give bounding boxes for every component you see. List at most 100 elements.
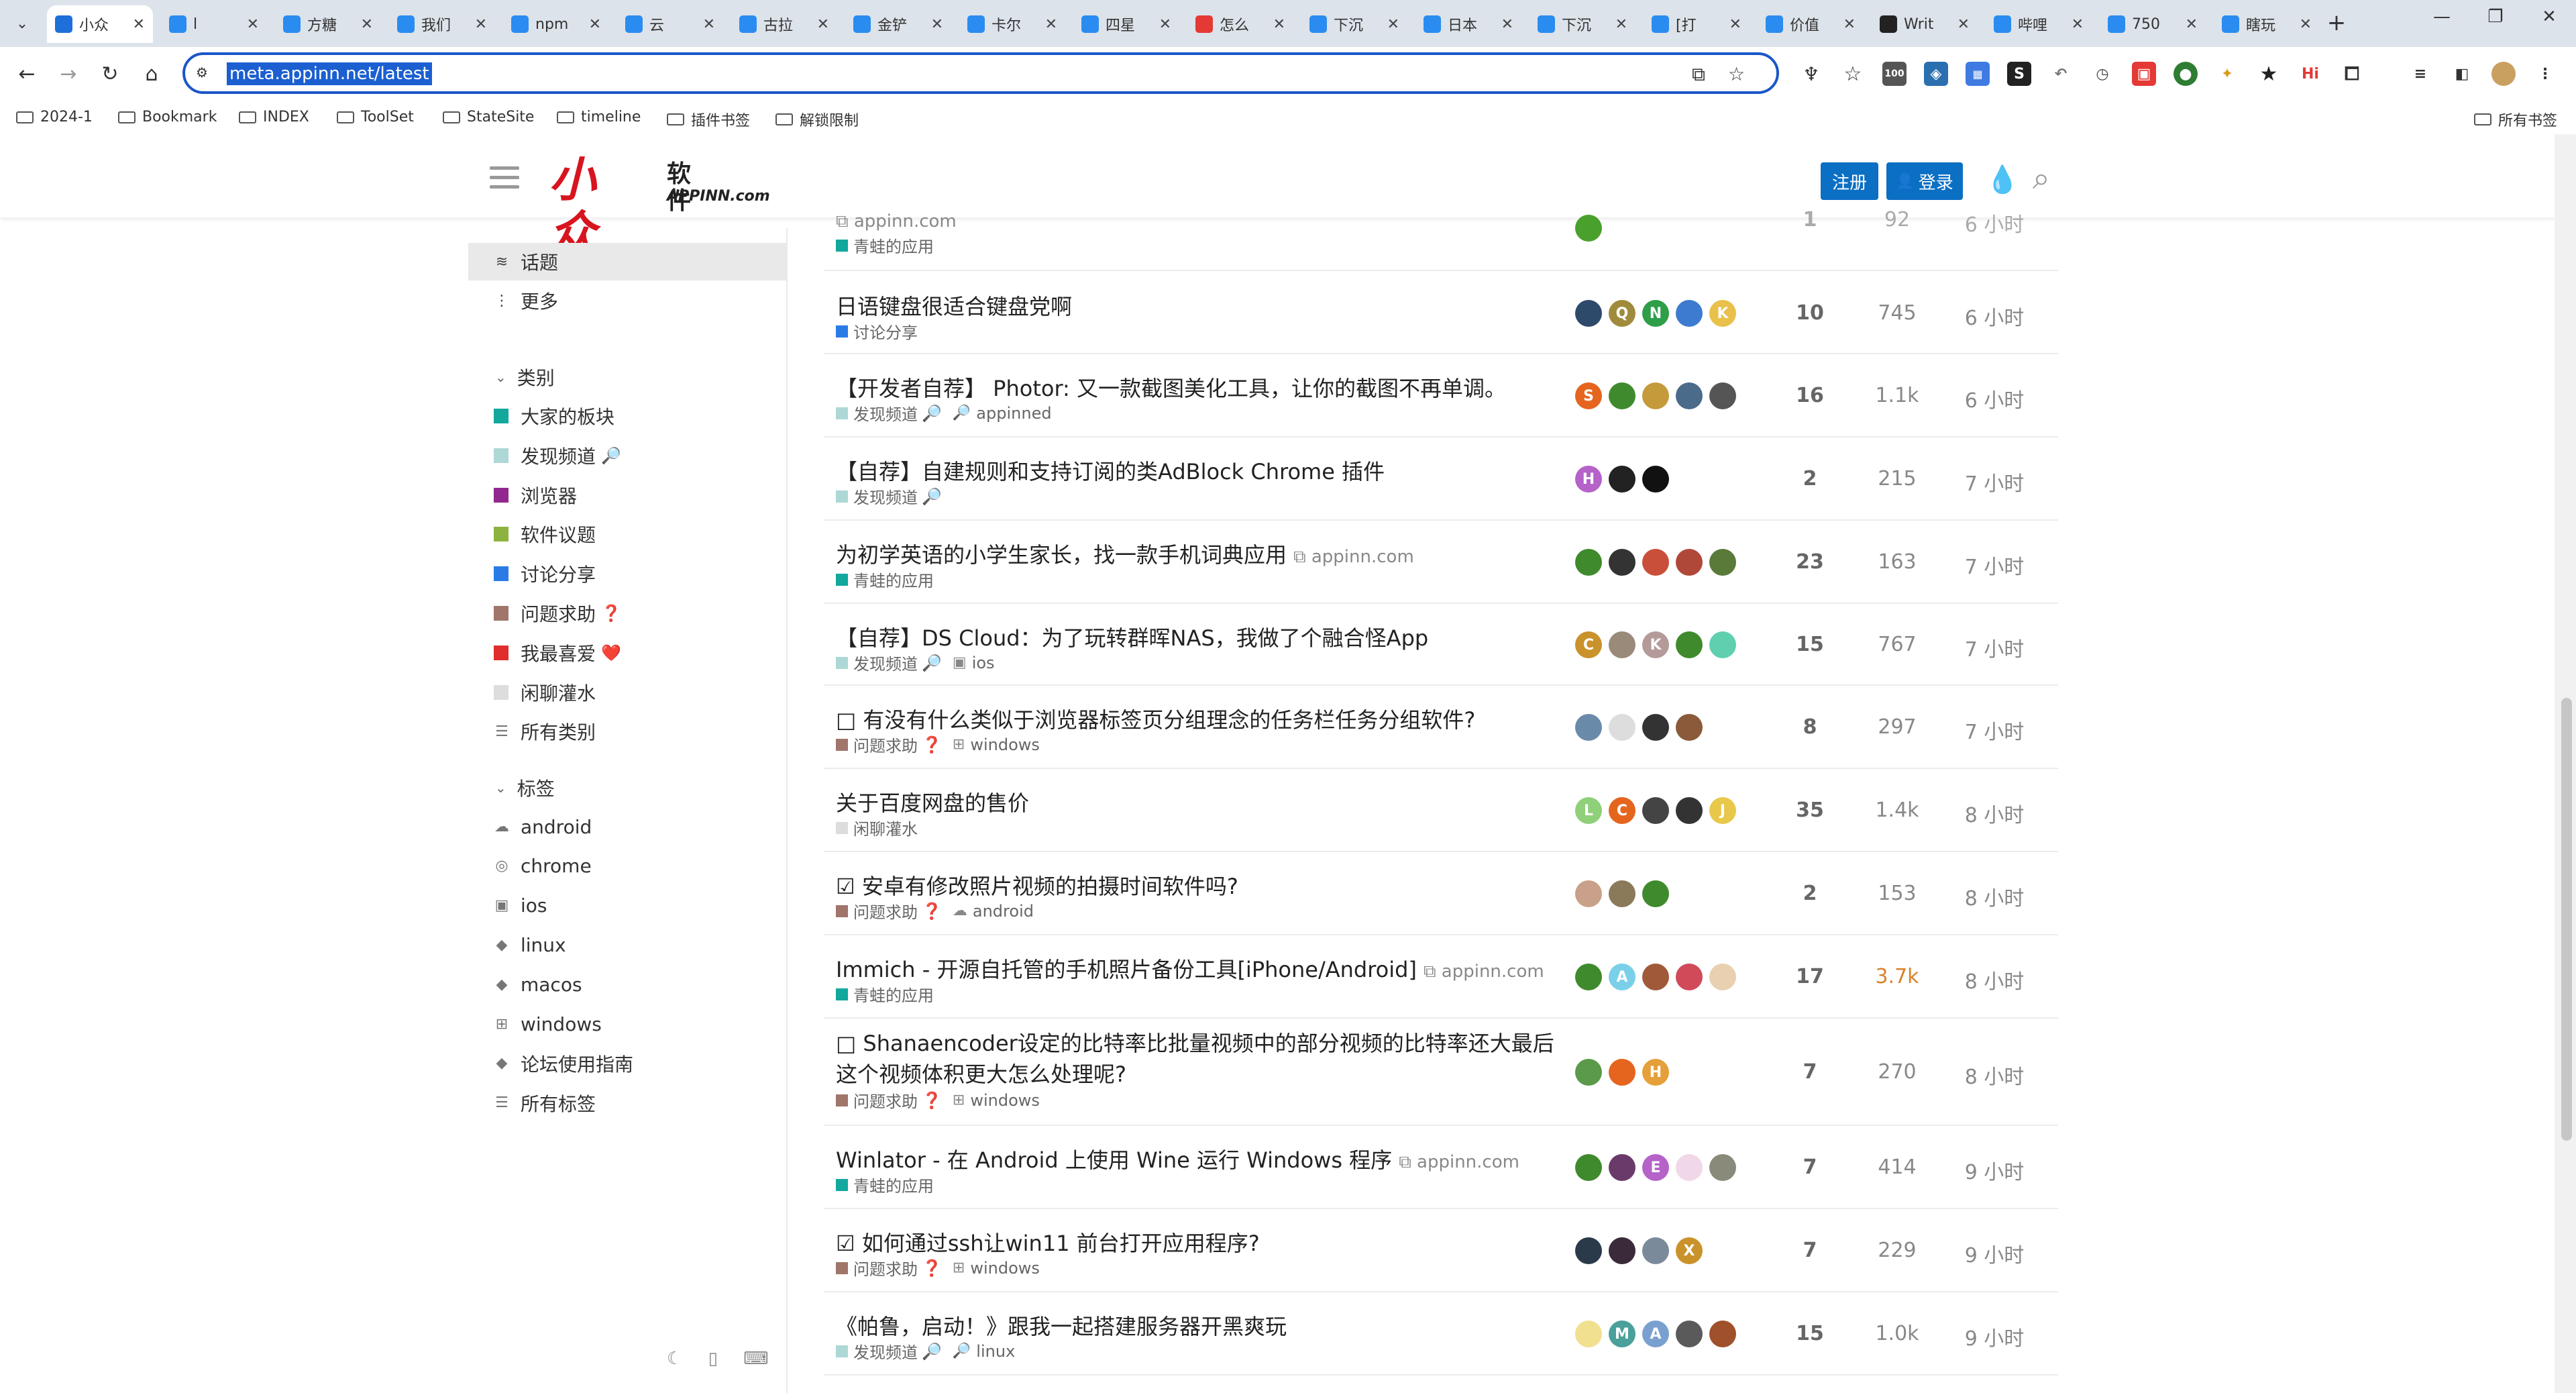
sidebar-item-more[interactable]: ⋮ 更多 — [468, 282, 786, 319]
scrollbar-thumb[interactable] — [2561, 698, 2572, 1141]
last-activity[interactable]: 7 小时 — [1944, 550, 2045, 580]
browser-tab[interactable]: l ✕ — [161, 5, 267, 43]
poster-avatar[interactable] — [1575, 714, 1602, 741]
poster-avatar[interactable] — [1575, 549, 1602, 576]
reply-count[interactable]: 7 — [1776, 1155, 1843, 1179]
topic-row[interactable]: 日语键盘很适合键盘党啊 讨论分享 Q N K 10 745 6 小时 — [824, 272, 2058, 354]
extension-red-icon[interactable]: ▣ — [2132, 62, 2156, 86]
sidebar-tag[interactable]: ◎ chrome — [468, 847, 786, 885]
last-activity[interactable]: 6 小时 — [1944, 301, 2045, 331]
external-link[interactable]: ⧉ appinn.com — [1399, 1152, 1519, 1172]
bookmark-folder[interactable]: timeline — [557, 109, 641, 125]
poster-avatar[interactable]: H — [1642, 1059, 1669, 1086]
hamburger-menu-icon[interactable] — [490, 166, 519, 195]
star-extension-icon[interactable]: ★ — [2257, 62, 2281, 86]
topic-row[interactable]: Winlator - 在 Android 上使用 Wine 运行 Windows… — [824, 1126, 2058, 1209]
tab-close-icon[interactable]: ✕ — [1843, 16, 1856, 33]
poster-avatar[interactable] — [1642, 382, 1669, 409]
sidebar-category[interactable]: 问题求助 ❓ — [468, 595, 786, 632]
sidebar-category[interactable]: 大家的板块 — [468, 397, 786, 435]
poster-avatar[interactable]: C — [1609, 797, 1635, 824]
poster-avatar[interactable] — [1676, 964, 1703, 990]
last-activity[interactable]: 6 小时 — [1944, 208, 2045, 238]
bookmark-folder[interactable]: 2024-1 — [16, 109, 93, 125]
login-button[interactable]: 👤 登录 — [1886, 162, 1963, 200]
reply-count[interactable]: 7 — [1776, 1060, 1843, 1084]
sidebar-category[interactable]: 我最喜爱 ❤️ — [468, 634, 786, 672]
home-button[interactable]: ⌂ — [137, 59, 166, 89]
topic-title-text[interactable]: Winlator - 在 Android 上使用 Wine 运行 Windows… — [836, 1147, 1392, 1173]
topic-title[interactable]: □ Shanaencoder设定的比特率比批量视频中的部分视频的比特率还大最后这… — [836, 1028, 1567, 1090]
browser-tab[interactable]: 四星 ✕ — [1073, 5, 1179, 43]
topic-row[interactable]: 《帕鲁，启动！》跟我一起搭建服务器开黑爽玩 发现频道 🔎 🔎 linux M A 15 1.0k… — [824, 1292, 2058, 1376]
last-activity[interactable]: 7 小时 — [1944, 633, 2045, 662]
tab-close-icon[interactable]: ✕ — [931, 16, 943, 33]
poster-avatar[interactable] — [1642, 880, 1669, 907]
poster-avatar[interactable] — [1609, 631, 1635, 658]
topic-row[interactable]: □ 有没有什么类似于浏览器标签页分组理念的任务栏任务分组软件? 问题求助 ❓ ⊞ win… — [824, 686, 2058, 769]
forward-button[interactable]: → — [54, 59, 83, 89]
sidebar-category[interactable]: 浏览器 — [468, 476, 786, 514]
reply-count[interactable]: 7 — [1776, 1239, 1843, 1262]
new-tab-button[interactable]: + — [2322, 9, 2351, 36]
tab-close-icon[interactable]: ✕ — [703, 16, 715, 33]
tags-section-toggle[interactable]: ⌄ 标签 — [468, 769, 786, 807]
sidebar-tag[interactable]: ▣ ios — [468, 887, 786, 925]
poster-avatar[interactable] — [1609, 1237, 1635, 1264]
bookmark-star-icon[interactable]: ☆ — [1728, 63, 1745, 85]
sidebar-category[interactable]: ☰ 所有类别 — [468, 713, 786, 750]
search-icon[interactable]: ⌕ — [2033, 160, 2050, 197]
poster-avatar[interactable] — [1709, 1154, 1736, 1181]
poster-avatar[interactable]: A — [1609, 964, 1635, 990]
sidebar-tag[interactable]: ◆ linux — [468, 926, 786, 964]
topic-category[interactable]: 发现频道 — [853, 401, 918, 425]
topic-title[interactable]: 为初学英语的小学生家长，找一款手机词典应用 ⧉ appinn.com — [836, 538, 1414, 569]
poster-avatar[interactable] — [1676, 797, 1703, 824]
reply-count[interactable]: 15 — [1776, 1322, 1843, 1345]
topic-category[interactable]: 问题求助 — [853, 899, 918, 923]
tab-close-icon[interactable]: ✕ — [475, 16, 487, 33]
topic-category[interactable]: 发现频道 — [853, 1339, 918, 1363]
poster-avatar[interactable]: K — [1709, 300, 1736, 327]
poster-avatar[interactable]: E — [1642, 1154, 1669, 1181]
topic-title[interactable]: Winlator - 在 Android 上使用 Wine 运行 Windows… — [836, 1143, 1519, 1174]
browser-tab[interactable]: 怎么 ✕ — [1187, 5, 1293, 43]
install-app-icon[interactable]: ⧉ — [1692, 63, 1705, 86]
browser-tab[interactable]: 下沉 ✕ — [1529, 5, 1635, 43]
poster-avatar[interactable] — [1609, 549, 1635, 576]
topic-row[interactable]: Immich - 开源自托管的手机照片备份工具[iPhone/Android] ⧉… — [824, 935, 2058, 1019]
tab-close-icon[interactable]: ✕ — [2072, 16, 2084, 33]
browser-tab[interactable]: 古拉 ✕ — [731, 5, 837, 43]
topic-title-text[interactable]: 关于百度网盘的售价 — [836, 790, 1029, 816]
browser-tab[interactable]: 瞎玩 ✕ — [2214, 5, 2320, 43]
tab-close-icon[interactable]: ✕ — [1615, 16, 1627, 33]
tab-close-icon[interactable]: ✕ — [2300, 16, 2312, 33]
profile-avatar[interactable] — [2491, 62, 2516, 86]
topic-title[interactable]: 【开发者自荐】 Photor: 又一款截图美化工具，让你的截图不再单调。 — [836, 372, 1506, 403]
topic-row[interactable]: 【开发者自荐】 Photor: 又一款截图美化工具，让你的截图不再单调。 发现频道… — [824, 354, 2058, 437]
extension-puzzle-color-icon[interactable]: ✦ — [2215, 62, 2239, 86]
poster-avatar[interactable] — [1676, 631, 1703, 658]
browser-tab[interactable]: 我们 ✕ — [389, 5, 495, 43]
external-link[interactable]: ⧉ appinn.com — [1293, 547, 1414, 567]
tab-close-icon[interactable]: ✕ — [1273, 16, 1285, 33]
topic-title[interactable]: 关于百度网盘的售价 — [836, 786, 1029, 817]
topic-title-text[interactable]: □ Shanaencoder设定的比特率比批量视频中的部分视频的比特率还大最后这… — [836, 1031, 1554, 1087]
bookmark-folder[interactable]: 插件书签 — [667, 109, 750, 130]
address-bar[interactable]: ⚙ meta.appinn.net/latest ⧉ ☆ — [182, 52, 1779, 94]
topic-tag[interactable]: windows — [970, 1091, 1040, 1110]
side-panel-icon[interactable]: ◧ — [2450, 62, 2474, 86]
page-scrollbar[interactable] — [2555, 134, 2576, 1393]
poster-avatar[interactable]: L — [1575, 797, 1602, 824]
extension-globe-icon[interactable]: ● — [2174, 62, 2198, 86]
topic-row[interactable]: □ Shanaencoder设定的比特率比批量视频中的部分视频的比特率还大最后这… — [824, 1019, 2058, 1126]
topic-title-text[interactable]: 为初学英语的小学生家长，找一款手机词典应用 — [836, 542, 1287, 568]
tab-close-icon[interactable]: ✕ — [1387, 16, 1399, 33]
poster-avatar[interactable] — [1642, 549, 1669, 576]
reply-count[interactable]: 15 — [1776, 633, 1843, 656]
tab-close-icon[interactable]: ✕ — [1957, 16, 1970, 33]
reply-count[interactable]: 1 — [1776, 208, 1843, 231]
poster-avatar[interactable]: S — [1575, 382, 1602, 409]
tab-close-icon[interactable]: ✕ — [133, 16, 145, 33]
poster-avatar[interactable] — [1609, 714, 1635, 741]
